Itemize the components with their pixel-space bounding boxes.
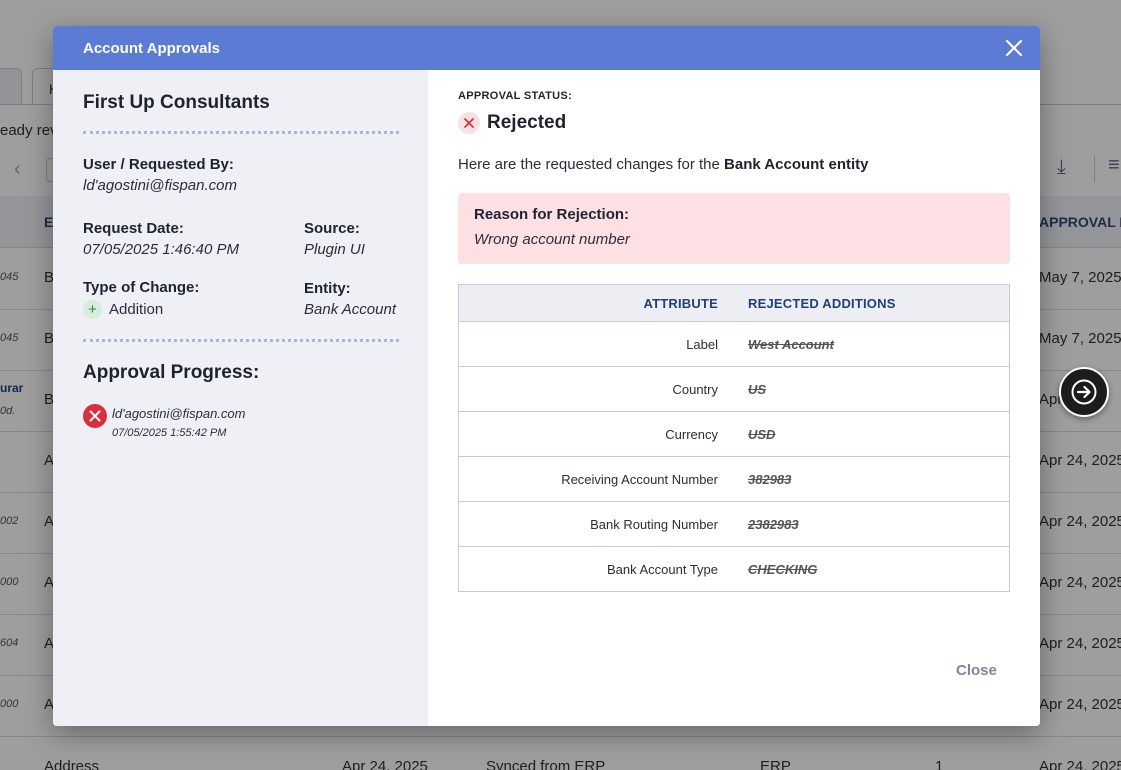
divider	[83, 131, 399, 134]
request-date-value: 07/05/2025 1:46:40 PM	[83, 241, 239, 258]
account-approvals-modal: Account Approvals First Up Consultants U…	[53, 26, 1040, 726]
rejected-icon	[458, 112, 480, 134]
rejection-reason-title: Reason for Rejection:	[474, 206, 630, 223]
entity-value: Bank Account	[304, 301, 396, 318]
type-of-change-value: + Addition	[83, 300, 163, 319]
type-of-change-text: Addition	[109, 301, 164, 318]
intro-entity: Bank Account entity	[724, 156, 869, 173]
attribute-cell: Bank Account Type	[458, 546, 748, 592]
approver-timestamp: 07/05/2025 1:55:42 PM	[112, 427, 227, 439]
table-header-row: ATTRIBUTE REJECTED ADDITIONS	[458, 284, 1010, 322]
column-header-attribute: ATTRIBUTE	[458, 284, 748, 322]
request-details-panel: First Up Consultants User / Requested By…	[53, 70, 428, 726]
intro-text: Here are the requested changes for the	[458, 156, 720, 173]
entity-label: Entity:	[304, 280, 351, 297]
rejected-value-cell: CHECKING	[748, 546, 1010, 592]
user-label: User / Requested By:	[83, 156, 234, 173]
company-name: First Up Consultants	[83, 92, 270, 113]
next-record-button[interactable]	[1059, 367, 1109, 417]
source-value: Plugin UI	[304, 241, 365, 258]
approval-progress-title: Approval Progress:	[83, 362, 260, 383]
rejected-value-cell: USD	[748, 411, 1010, 457]
table-row: Bank Routing Number 2382983	[458, 501, 1010, 547]
arrow-right-icon	[1071, 379, 1097, 405]
type-of-change-label: Type of Change:	[83, 279, 200, 296]
attribute-cell: Label	[458, 321, 748, 367]
table-row: Label West Account	[458, 321, 1010, 367]
rejection-reason-text: Wrong account number	[474, 231, 630, 248]
rejected-status-icon	[83, 404, 107, 428]
approver-email: ld'agostini@fispan.com	[112, 406, 246, 421]
user-value: ld'agostini@fispan.com	[83, 177, 237, 194]
changes-panel: APPROVAL STATUS: Rejected Here are the r…	[428, 70, 1040, 726]
plus-icon: +	[83, 300, 102, 319]
table-row: Bank Account Type CHECKING	[458, 546, 1010, 592]
table-row: Country US	[458, 366, 1010, 412]
approval-status-label: APPROVAL STATUS:	[458, 90, 572, 102]
modal-close-button[interactable]	[1004, 38, 1024, 58]
rejected-value-cell: US	[748, 366, 1010, 412]
table-row: Currency USD	[458, 411, 1010, 457]
rejection-reason-box: Reason for Rejection: Wrong account numb…	[458, 193, 1010, 264]
rejected-value-cell: 382983	[748, 456, 1010, 502]
modal-header: Account Approvals	[53, 26, 1040, 70]
approval-status-value: Rejected	[487, 112, 567, 133]
source-label: Source:	[304, 220, 360, 237]
column-header-rejected: REJECTED ADDITIONS	[748, 284, 1010, 322]
table-row: Receiving Account Number 382983	[458, 456, 1010, 502]
rejected-value-cell: West Account	[748, 321, 1010, 367]
attribute-cell: Bank Routing Number	[458, 501, 748, 547]
modal-title: Account Approvals	[83, 40, 220, 57]
changes-intro: Here are the requested changes for the B…	[458, 156, 868, 173]
attribute-cell: Country	[458, 366, 748, 412]
rejected-changes-table: ATTRIBUTE REJECTED ADDITIONS Label West …	[458, 284, 1010, 592]
divider	[83, 339, 399, 342]
close-button[interactable]: Close	[956, 662, 997, 679]
attribute-cell: Currency	[458, 411, 748, 457]
request-date-label: Request Date:	[83, 220, 184, 237]
close-icon	[1005, 39, 1023, 57]
attribute-cell: Receiving Account Number	[458, 456, 748, 502]
rejected-value-cell: 2382983	[748, 501, 1010, 547]
